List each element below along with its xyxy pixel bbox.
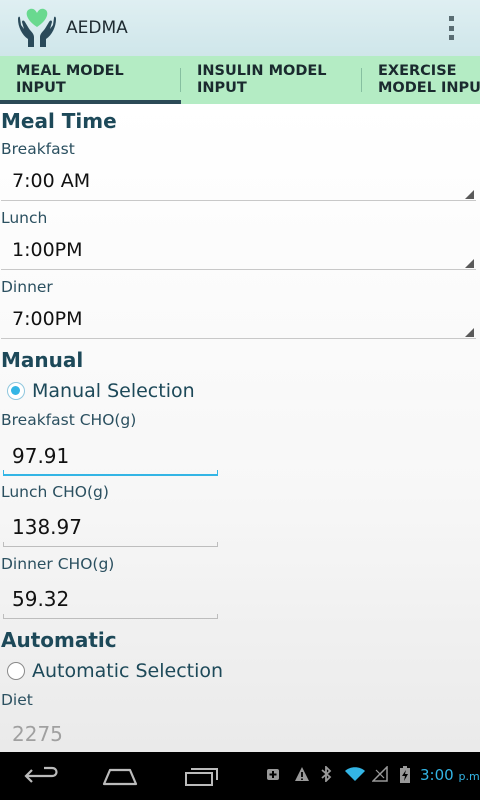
dinner-time-value: 7:00PM: [12, 308, 83, 330]
lunch-time-value: 1:00PM: [12, 239, 83, 261]
radio-unchecked-icon[interactable]: [7, 662, 25, 680]
breakfast-cho-label: Breakfast CHO(g): [1, 411, 137, 429]
back-icon[interactable]: [22, 764, 62, 788]
breakfast-time-spinner[interactable]: 7:00 AM: [1, 165, 476, 201]
breakfast-label: Breakfast: [1, 140, 75, 158]
battery-charging-icon: [400, 766, 410, 783]
app-title: AEDMA: [66, 18, 128, 38]
dinner-time-spinner[interactable]: 7:00PM: [1, 303, 476, 339]
tab-meal-model-input[interactable]: MEAL MODEL INPUT: [0, 56, 181, 104]
dropdown-arrow-icon: [465, 259, 474, 268]
diet-hint: 2275: [12, 722, 63, 746]
dinner-cho-value: 59.32: [12, 587, 70, 611]
bluetooth-icon: [321, 766, 332, 782]
recent-apps-icon[interactable]: [182, 764, 222, 788]
tab-label: EXERCISE MODEL INPUT: [378, 63, 480, 96]
home-icon[interactable]: [100, 764, 140, 788]
diet-input[interactable]: 2275: [3, 718, 218, 754]
dropdown-arrow-icon: [465, 328, 474, 337]
app-logo-icon: [18, 8, 56, 47]
status-clock: 3:00 p.m.: [420, 766, 480, 784]
meal-time-header: Meal Time: [1, 109, 117, 133]
radio-checked-icon[interactable]: [7, 382, 25, 400]
action-bar: AEDMA: [0, 0, 480, 56]
tab-bar: MEAL MODEL INPUT INSULIN MODEL INPUT EXE…: [0, 56, 480, 104]
manual-selection-radio[interactable]: Manual Selection: [7, 379, 195, 403]
automatic-header: Automatic: [1, 628, 117, 652]
tab-label: INSULIN MODEL INPUT: [197, 63, 327, 96]
tab-label: MEAL MODEL INPUT: [16, 63, 124, 96]
breakfast-cho-value: 97.91: [12, 444, 70, 468]
tab-exercise-model-input[interactable]: EXERCISE MODEL INPUT: [362, 56, 480, 104]
lunch-cho-input[interactable]: 138.97: [3, 511, 218, 547]
clock-time: 3:00: [420, 766, 454, 784]
dropdown-arrow-icon: [465, 190, 474, 199]
dinner-label: Dinner: [1, 278, 53, 296]
dinner-cho-input[interactable]: 59.32: [3, 583, 218, 619]
tab-insulin-model-input[interactable]: INSULIN MODEL INPUT: [181, 56, 362, 104]
warning-icon: [295, 767, 309, 781]
breakfast-cho-input[interactable]: 97.91: [3, 440, 218, 476]
diet-label: Diet: [1, 691, 33, 709]
automatic-selection-label: Automatic Selection: [32, 660, 224, 682]
lunch-label: Lunch: [1, 209, 48, 227]
wifi-icon: [345, 767, 365, 781]
no-signal-icon: [372, 766, 388, 782]
breakfast-time-value: 7:00 AM: [12, 170, 91, 192]
system-navigation-bar: 3:00 p.m.: [0, 752, 480, 800]
automatic-selection-radio[interactable]: Automatic Selection: [7, 659, 223, 683]
lunch-cho-value: 138.97: [12, 515, 82, 539]
overflow-menu-icon[interactable]: [448, 16, 454, 40]
dinner-cho-label: Dinner CHO(g): [1, 555, 115, 573]
lunch-time-spinner[interactable]: 1:00PM: [1, 234, 476, 270]
meal-model-form[interactable]: Meal Time Breakfast 7:00 AM Lunch 1:00PM…: [0, 104, 480, 752]
clock-ampm: p.m.: [458, 770, 480, 783]
manual-header: Manual: [1, 348, 84, 372]
lunch-cho-label: Lunch CHO(g): [1, 483, 109, 501]
notification-icon: [267, 769, 279, 780]
manual-selection-label: Manual Selection: [32, 380, 195, 402]
